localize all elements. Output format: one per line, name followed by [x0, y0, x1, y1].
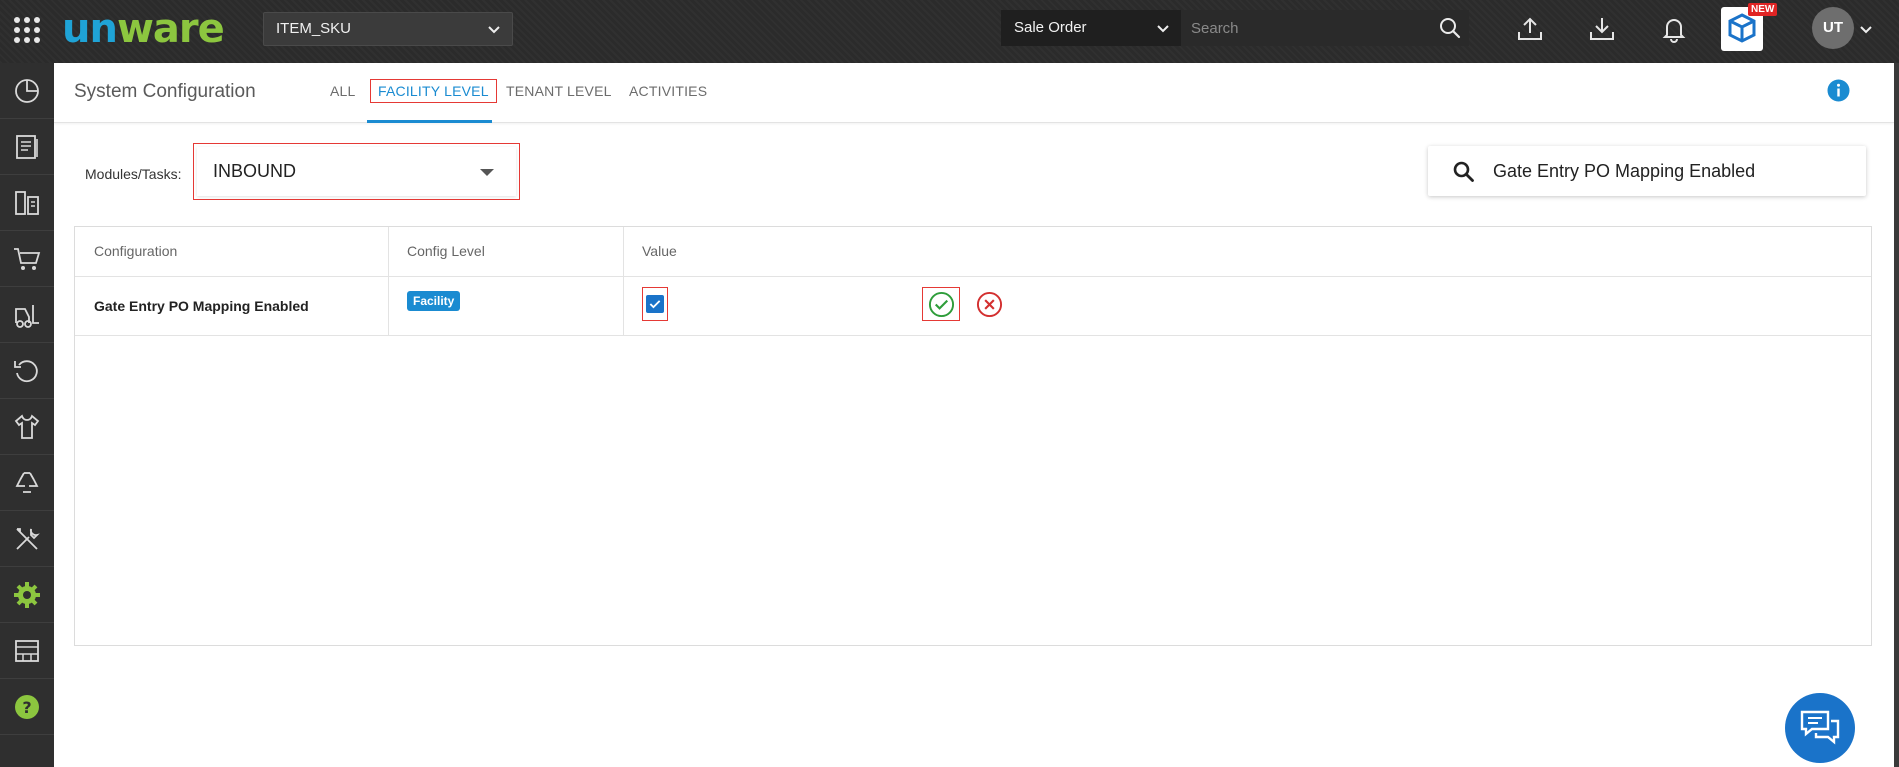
returns-icon	[14, 359, 38, 382]
avatar[interactable]: UT	[1812, 7, 1854, 49]
order-type-select[interactable]: Sale Order	[1001, 10, 1181, 46]
sidebar-item-tools[interactable]	[0, 511, 54, 567]
info-icon[interactable]	[1827, 79, 1850, 102]
column-header-configuration: Configuration	[94, 243, 178, 259]
tab-tenant-level[interactable]: TENANT LEVEL	[506, 83, 612, 99]
column-divider	[388, 227, 389, 336]
new-badge: NEW	[1748, 3, 1778, 16]
sidebar-item-inventory[interactable]	[0, 175, 54, 231]
app-grid-icon[interactable]	[12, 15, 42, 45]
apparel-icon	[14, 413, 40, 439]
brand-logo[interactable]: unware	[62, 6, 225, 52]
page-title: System Configuration	[74, 81, 256, 102]
top-bar: unware ITEM_SKU Sale Order NEW UT	[0, 0, 1899, 63]
sidebar-item-help[interactable]: ?	[0, 679, 54, 735]
sku-select-value: ITEM_SKU	[276, 20, 352, 37]
inventory-icon	[15, 190, 39, 215]
scrollbar[interactable]	[1894, 63, 1899, 767]
config-name: Gate Entry PO Mapping Enabled	[94, 298, 309, 314]
order-type-value: Sale Order	[1014, 19, 1087, 36]
page-header: System Configuration ALL FACILITY LEVEL …	[54, 63, 1894, 123]
reports-icon	[16, 134, 38, 159]
sidebar-item-storage[interactable]	[0, 623, 54, 679]
global-search: Sale Order	[1001, 10, 1469, 46]
row-divider	[75, 335, 1871, 336]
check-circle-icon	[928, 291, 954, 317]
modules-select-value: INBOUND	[213, 161, 297, 181]
config-search-input[interactable]	[1493, 146, 1858, 196]
global-search-input[interactable]	[1181, 10, 1469, 46]
chat-icon	[1800, 710, 1840, 745]
dashboard-icon	[15, 78, 39, 103]
forklift-icon	[15, 304, 39, 328]
warehouse-icon	[15, 639, 39, 662]
sidebar-item-products[interactable]	[0, 399, 54, 455]
column-header-config-level: Config Level	[407, 243, 485, 259]
row-divider	[75, 276, 1871, 277]
tools-icon	[16, 527, 40, 550]
config-search	[1428, 146, 1866, 196]
caret-down-icon	[480, 169, 494, 176]
value-checkbox[interactable]	[642, 287, 668, 321]
svg-text:?: ?	[22, 698, 31, 717]
chevron-down-icon[interactable]	[1858, 21, 1874, 37]
sidebar-item-warehouse-ops[interactable]	[0, 287, 54, 343]
help-icon: ?	[15, 694, 39, 719]
config-table: Configuration Config Level Value Gate En…	[74, 226, 1872, 646]
tab-facility-level[interactable]: FACILITY LEVEL	[370, 79, 497, 103]
sidebar-item-orders[interactable]	[0, 231, 54, 287]
modules-select[interactable]: INBOUND	[193, 143, 520, 200]
chat-button[interactable]	[1785, 693, 1855, 763]
sidebar-item-returns[interactable]	[0, 343, 54, 399]
sidebar-item-recycle[interactable]	[0, 455, 54, 511]
sku-select[interactable]: ITEM_SKU	[263, 12, 513, 46]
chevron-down-icon	[1157, 25, 1169, 33]
save-button[interactable]	[922, 287, 960, 321]
cancel-icon[interactable]	[976, 291, 1003, 318]
modules-label: Modules/Tasks:	[85, 166, 182, 182]
bell-icon[interactable]	[1659, 14, 1689, 44]
config-level-badge: Facility	[407, 291, 461, 311]
column-header-value: Value	[642, 243, 677, 259]
search-icon[interactable]	[1452, 160, 1475, 183]
tab-all[interactable]: ALL	[330, 83, 356, 99]
tab-activities[interactable]: ACTIVITIES	[629, 83, 707, 99]
upload-icon[interactable]	[1515, 14, 1545, 44]
checkbox-checked	[646, 295, 664, 313]
download-icon[interactable]	[1587, 14, 1617, 44]
logo-part-un: un	[62, 6, 118, 52]
sidebar: ?	[0, 63, 54, 767]
main-content: System Configuration ALL FACILITY LEVEL …	[54, 63, 1894, 767]
column-divider	[623, 227, 624, 336]
sidebar-item-dashboard[interactable]	[0, 63, 54, 119]
sidebar-item-reports[interactable]	[0, 119, 54, 175]
search-icon[interactable]	[1438, 16, 1462, 40]
sidebar-item-settings[interactable]	[0, 567, 54, 623]
logo-part-ware: ware	[116, 6, 225, 52]
active-tab-indicator	[367, 120, 492, 123]
recycle-icon	[15, 471, 39, 493]
chevron-down-icon	[488, 26, 500, 34]
check-icon	[649, 300, 661, 309]
cart-icon	[14, 247, 41, 270]
settings-icon	[14, 581, 40, 608]
